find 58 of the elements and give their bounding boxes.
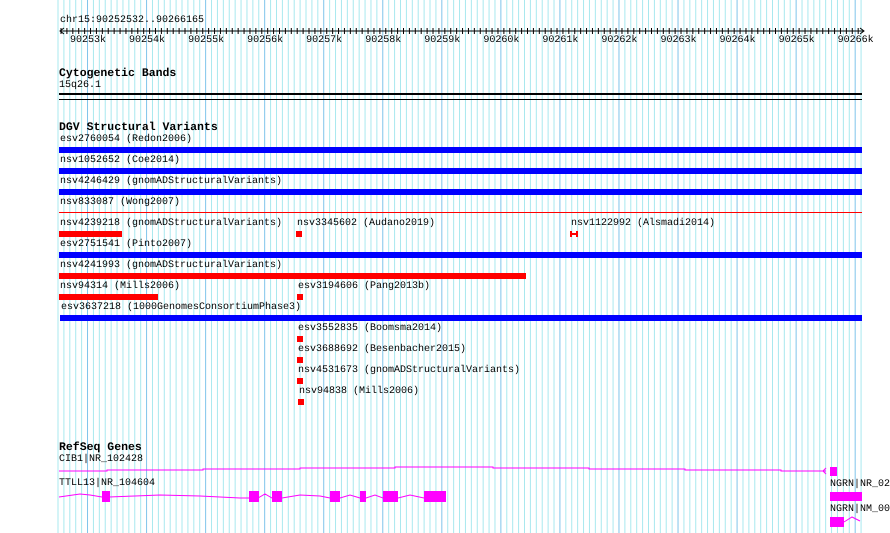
tick-label: 90253k — [70, 35, 106, 47]
variant-label: nsv4241993 (gnomADStructuralVariants) — [60, 260, 282, 272]
tick-label: 90261k — [542, 35, 578, 47]
track-title: Cytogenetic Bands — [59, 67, 176, 80]
variant-label: nsv4246429 (gnomADStructuralVariants) — [60, 176, 282, 188]
variant-bar[interactable] — [296, 231, 302, 237]
tick-label: 90264k — [720, 35, 756, 47]
variant-label: esv3637218 (1000GenomesConsortiumPhase3) — [61, 302, 302, 314]
variant-label: nsv1052652 (Coe2014) — [60, 155, 180, 167]
variant-bar[interactable] — [297, 294, 303, 300]
tick-label: 90259k — [424, 35, 460, 47]
variant-label: nsv833087 (Wong2007) — [60, 197, 180, 209]
variant-bar[interactable] — [59, 231, 122, 237]
gene-label: NGRN|NR_02 — [830, 479, 890, 491]
gene-model[interactable] — [58, 466, 837, 476]
gene-label: CIB1|NR_102428 — [59, 454, 144, 466]
track-title: RefSeq Genes — [59, 441, 142, 454]
track-title: DGV Structural Variants — [59, 121, 218, 134]
gene-model[interactable] — [830, 516, 860, 527]
gene-model[interactable] — [58, 491, 446, 502]
variant-bar[interactable] — [297, 336, 303, 342]
tick-label: 90256k — [247, 35, 284, 47]
variant-label: esv2751541 (Pinto2007) — [60, 239, 192, 251]
variant-label: esv3552835 (Boomsma2014) — [298, 323, 442, 335]
variant-marker[interactable] — [570, 231, 578, 237]
variant-bar[interactable] — [59, 168, 862, 174]
variant-bar[interactable] — [59, 252, 862, 258]
variant-bar[interactable] — [297, 378, 303, 384]
variant-label: nsv94314 (Mills2006) — [60, 281, 180, 293]
tick-label: 90255k — [188, 35, 224, 47]
tick-label: 90266k — [838, 35, 874, 47]
variant-bar[interactable] — [297, 357, 303, 363]
variant-bar[interactable] — [298, 399, 304, 405]
variant-label: esv3194606 (Pang2013b) — [298, 281, 430, 293]
variant-line[interactable] — [59, 212, 862, 213]
tick-label: 90254k — [129, 35, 166, 47]
band-label: 15q26.1 — [59, 80, 102, 92]
tick-label: 90258k — [365, 35, 402, 47]
variant-bar[interactable] — [59, 273, 526, 279]
variant-label: nsv3345602 (Audano2019) — [297, 218, 436, 230]
location-label: chr15:90252532..90266165 — [60, 15, 204, 27]
variant-bar[interactable] — [60, 315, 862, 321]
variant-label: nsv94838 (Mills2006) — [299, 386, 420, 398]
tick-label: 90257k — [306, 35, 342, 47]
tick-label: 90262k — [601, 35, 638, 47]
gene-label: NGRN|NM_00 — [830, 504, 890, 516]
variant-label: nsv4239218 (gnomADStructuralVariants) — [60, 218, 282, 230]
variant-bar[interactable] — [59, 189, 862, 195]
variant-bar[interactable] — [59, 147, 862, 153]
tick-label: 90265k — [778, 35, 815, 47]
tick-label: 90263k — [660, 35, 696, 47]
variant-label: nsv1122992 (Alsmadi2014) — [571, 218, 716, 230]
gene-label: TTLL13|NR_104604 — [59, 478, 156, 490]
variant-bar[interactable] — [59, 294, 158, 300]
variant-label: esv2760054 (Redon2006) — [60, 134, 192, 146]
variant-label: esv3688692 (Besenbacher2015) — [298, 344, 466, 356]
variant-label: nsv4531673 (gnomADStructuralVariants) — [298, 365, 520, 377]
tick-label: 90260k — [483, 35, 520, 47]
